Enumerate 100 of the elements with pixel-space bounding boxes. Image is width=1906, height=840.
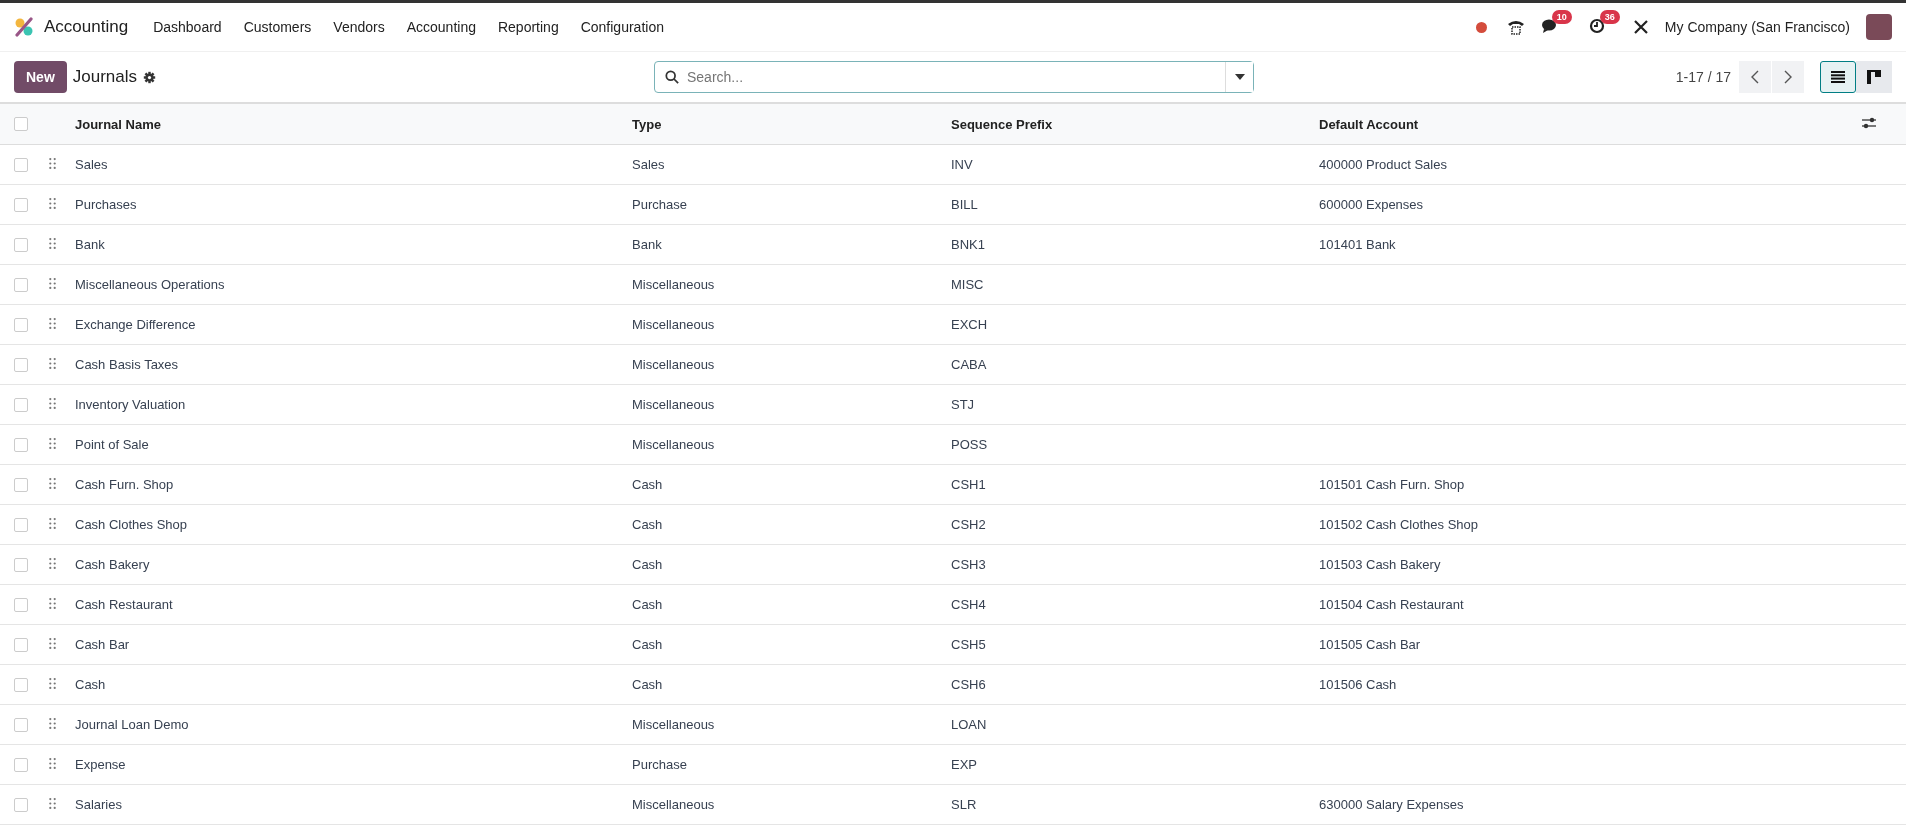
row-checkbox[interactable]	[14, 717, 28, 732]
table-cell: Cash	[632, 517, 663, 532]
row-checkbox[interactable]	[14, 517, 28, 532]
table-cell: CABA	[951, 357, 987, 372]
table-cell: CSH3	[951, 557, 986, 572]
table-cell: Cash	[632, 677, 663, 692]
sliders-icon[interactable]	[1862, 116, 1876, 129]
row-checkbox[interactable]	[14, 757, 28, 772]
clock-icon[interactable]	[1588, 17, 1605, 34]
table-cell: Cash Furn. Shop	[75, 477, 174, 492]
settings-icon[interactable]	[143, 70, 157, 84]
list-icon	[1831, 71, 1845, 83]
row-checkbox[interactable]	[14, 157, 28, 172]
row-checkbox[interactable]	[14, 597, 28, 612]
table-cell: Cash	[632, 597, 663, 612]
menu-item[interactable]: Vendors	[322, 19, 396, 35]
table-cell: LOAN	[951, 717, 987, 732]
list-view-button[interactable]	[1820, 61, 1856, 93]
kanban-icon	[1867, 70, 1881, 84]
table-cell: 101502 Cash Clothes Shop	[1319, 517, 1478, 532]
row-checkbox[interactable]	[14, 637, 28, 652]
page-title: Journals	[72, 67, 138, 87]
search-icon	[665, 70, 679, 84]
row-checkbox[interactable]	[14, 317, 28, 332]
menu-item[interactable]: Configuration	[569, 19, 675, 35]
new-button[interactable]: New	[14, 61, 67, 93]
drag-handle-icon[interactable]	[49, 678, 56, 689]
pager-value[interactable]: 1-17 / 17	[1675, 69, 1731, 85]
drag-handle-icon[interactable]	[49, 398, 56, 409]
search-field[interactable]: Search...	[654, 61, 1254, 93]
menu-item[interactable]: Customers	[232, 19, 323, 35]
table-cell: Miscellaneous	[632, 277, 715, 292]
table-cell: Sales	[75, 157, 108, 172]
drag-handle-icon[interactable]	[49, 798, 56, 809]
table-cell: Miscellaneous Operations	[75, 277, 225, 292]
phone-icon[interactable]	[1506, 19, 1525, 35]
table-cell: Miscellaneous	[632, 717, 715, 732]
row-checkbox[interactable]	[14, 797, 28, 812]
company-switcher[interactable]: My Company (San Francisco)	[1664, 19, 1850, 35]
table-cell: Inventory Valuation	[75, 397, 186, 412]
drag-handle-icon[interactable]	[49, 518, 56, 529]
row-checkbox[interactable]	[14, 477, 28, 492]
select-all-checkbox[interactable]	[14, 117, 28, 131]
row-checkbox[interactable]	[14, 237, 28, 252]
row-checkbox[interactable]	[14, 397, 28, 412]
table-cell: Cash	[632, 637, 663, 652]
row-checkbox[interactable]	[14, 197, 28, 212]
table-cell: 101505 Cash Bar	[1319, 637, 1421, 652]
table-cell: 101501 Cash Furn. Shop	[1319, 477, 1465, 492]
drag-handle-icon[interactable]	[49, 198, 56, 209]
table-cell: Cash	[632, 477, 663, 492]
table-cell: CSH1	[951, 477, 986, 492]
table-cell: Purchase	[632, 197, 687, 212]
row-checkbox[interactable]	[14, 557, 28, 572]
table-cell: Cash	[75, 677, 106, 692]
row-checkbox[interactable]	[14, 277, 28, 292]
kanban-view-button[interactable]	[1856, 61, 1892, 93]
drag-handle-icon[interactable]	[49, 318, 56, 329]
row-checkbox[interactable]	[14, 437, 28, 452]
column-header[interactable]: Journal Name	[75, 116, 161, 132]
menu-item[interactable]: Accounting	[395, 19, 487, 35]
table-cell: CSH5	[951, 637, 986, 652]
table-cell: CSH4	[951, 597, 986, 612]
table-cell: Purchases	[75, 197, 137, 212]
table-cell: Salaries	[75, 797, 122, 812]
table-cell: STJ	[951, 397, 975, 412]
status-dot-icon[interactable]	[1475, 21, 1487, 33]
drag-handle-icon[interactable]	[49, 158, 56, 169]
app-name-link[interactable]: Accounting	[44, 17, 129, 37]
drag-handle-icon[interactable]	[49, 558, 56, 569]
table-cell: Miscellaneous	[632, 357, 715, 372]
search-options-toggle[interactable]	[1225, 62, 1253, 92]
column-header[interactable]: Type	[632, 116, 662, 132]
drag-handle-icon[interactable]	[49, 598, 56, 609]
table-cell: Miscellaneous	[632, 437, 715, 452]
table-cell: Purchase	[632, 757, 687, 772]
row-checkbox[interactable]	[14, 677, 28, 692]
drag-handle-icon[interactable]	[49, 238, 56, 249]
app-logo-icon[interactable]	[14, 17, 34, 37]
table-cell: 101503 Cash Bakery	[1319, 557, 1441, 572]
table-cell: INV	[951, 157, 973, 172]
drag-handle-icon[interactable]	[49, 718, 56, 729]
table-cell: Miscellaneous	[632, 317, 715, 332]
menu-item[interactable]: Dashboard	[142, 19, 233, 35]
table-cell: Bank	[632, 237, 662, 252]
menu-item[interactable]: Reporting	[486, 19, 570, 35]
table-cell: Cash Bar	[75, 637, 130, 652]
drag-handle-icon[interactable]	[49, 358, 56, 369]
drag-handle-icon[interactable]	[49, 758, 56, 769]
drag-handle-icon[interactable]	[49, 478, 56, 489]
drag-handle-icon[interactable]	[49, 278, 56, 289]
drag-handle-icon[interactable]	[49, 438, 56, 449]
column-header[interactable]: Default Account	[1319, 116, 1419, 132]
chevron-right-icon	[1784, 70, 1792, 84]
table-cell: Cash Basis Taxes	[75, 357, 179, 372]
column-header[interactable]: Sequence Prefix	[951, 116, 1053, 132]
table-cell: Exchange Difference	[75, 317, 196, 332]
drag-handle-icon[interactable]	[49, 638, 56, 649]
table-cell: Miscellaneous	[632, 797, 715, 812]
row-checkbox[interactable]	[14, 357, 28, 372]
